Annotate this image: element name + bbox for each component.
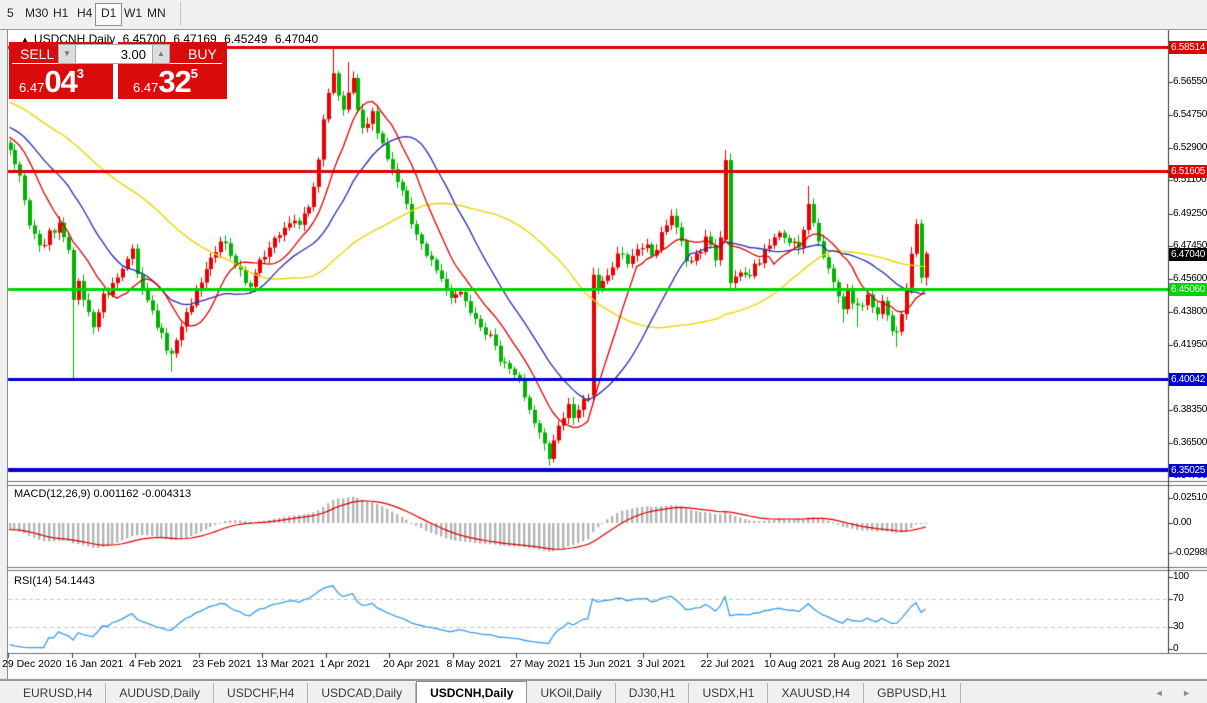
date-tick-label: 28 Aug 2021 — [828, 658, 887, 670]
chart-tab-usdcnh[interactable]: USDCNH,Daily — [416, 681, 527, 703]
sell-price-small: 6.47 — [19, 80, 44, 95]
tab-scroll-arrows[interactable]: ◄ ► — [1155, 688, 1199, 698]
price-level-badge: 6.40042 — [1169, 373, 1207, 386]
chart-tab-eurusd[interactable]: EURUSD,H4 — [10, 683, 106, 703]
price-axis-tick: 6.49250 — [1173, 208, 1206, 219]
macd-label: MACD(12,26,9) 0.001162 -0.004313 — [14, 488, 191, 500]
rsi-axis-tick: 0 — [1173, 643, 1206, 654]
volume-input[interactable]: 3.00 — [76, 44, 152, 64]
price-axis-tick: 6.36500 — [1173, 437, 1206, 448]
ohlc-close: 6.47040 — [275, 32, 318, 46]
price-level-badge: 6.51605 — [1169, 165, 1207, 178]
buy-price-small: 6.47 — [133, 80, 158, 95]
price-axis-tick: 6.54750 — [1173, 109, 1206, 120]
date-tick-label: 20 Apr 2021 — [383, 658, 440, 670]
rsi-axis-tick: 100 — [1173, 571, 1206, 582]
date-tick-label: 16 Sep 2021 — [891, 658, 951, 670]
date-tick-label: 23 Feb 2021 — [193, 658, 252, 670]
date-tick-label: 1 Apr 2021 — [320, 658, 371, 670]
chart-tab-gbpusd[interactable]: GBPUSD,H1 — [864, 683, 960, 703]
price-axis-tick: 6.41950 — [1173, 339, 1206, 350]
buy-price: 6.47325 — [133, 64, 198, 100]
trading-platform: 5M30H1H4D1W1MN ▲USDCNH,Daily 6.45700 6.4… — [0, 0, 1207, 703]
chart-tab-ukoil[interactable]: UKOil,Daily — [527, 683, 615, 703]
price-level-badge: 6.35025 — [1169, 464, 1207, 477]
rsi-axis-tick: 30 — [1173, 621, 1206, 632]
price-axis-tick: 6.38350 — [1173, 404, 1206, 415]
buy-price-big: 32 — [158, 64, 190, 99]
price-chart-canvas[interactable] — [0, 0, 1207, 703]
volume-decrease-button[interactable]: ▼ — [58, 44, 76, 64]
date-tick-label: 29 Dec 2020 — [2, 658, 62, 670]
chart-tab-xauusd[interactable]: XAUUSD,H4 — [768, 683, 864, 703]
chart-tab-bar: EURUSD,H4AUDUSD,DailyUSDCHF,H4USDCAD,Dai… — [0, 680, 1207, 703]
chart-tab-audusd[interactable]: AUDUSD,Daily — [106, 683, 214, 703]
chart-tab-dj30[interactable]: DJ30,H1 — [616, 683, 690, 703]
macd-axis-tick: 0.025108 — [1173, 492, 1206, 503]
sell-price: 6.47043 — [19, 64, 84, 100]
price-axis-tick: 6.43800 — [1173, 306, 1206, 317]
date-tick-label: 22 Jul 2021 — [701, 658, 755, 670]
date-tick-label: 3 Jul 2021 — [637, 658, 685, 670]
date-tick-label: 15 Jun 2021 — [574, 658, 632, 670]
sell-button[interactable]: SELL — [20, 46, 54, 62]
rsi-axis-tick: 70 — [1173, 593, 1206, 604]
price-axis-tick: 6.52900 — [1173, 142, 1206, 153]
macd-axis-tick: -0.02988 — [1173, 547, 1206, 558]
chart-tab-usdchf[interactable]: USDCHF,H4 — [214, 683, 308, 703]
chart-tab-usdcad[interactable]: USDCAD,Daily — [308, 683, 416, 703]
price-level-badge: 6.45060 — [1169, 283, 1207, 296]
chart-tab-usdx[interactable]: USDX,H1 — [689, 683, 768, 703]
macd-axis-tick: 0.00 — [1173, 517, 1206, 528]
date-tick-label: 27 May 2021 — [510, 658, 571, 670]
sell-price-big: 04 — [44, 64, 76, 99]
ohlc-low: 6.45249 — [224, 32, 267, 46]
date-tick-label: 16 Jan 2021 — [66, 658, 124, 670]
rsi-label: RSI(14) 54.1443 — [14, 575, 95, 587]
price-level-badge: 6.58514 — [1169, 41, 1207, 54]
price-axis-tick: 6.56550 — [1173, 76, 1206, 87]
date-tick-label: 10 Aug 2021 — [764, 658, 823, 670]
volume-increase-button[interactable]: ▲ — [152, 44, 170, 64]
date-tick-label: 8 May 2021 — [447, 658, 502, 670]
date-tick-label: 13 Mar 2021 — [256, 658, 315, 670]
buy-button[interactable]: BUY — [188, 46, 217, 62]
volume-spinner: ▼ 3.00 ▲ — [58, 44, 170, 64]
buy-price-sup: 5 — [191, 66, 198, 81]
date-tick-label: 4 Feb 2021 — [129, 658, 182, 670]
current-price-badge: 6.47040 — [1169, 248, 1207, 261]
sell-price-sup: 3 — [77, 66, 84, 81]
